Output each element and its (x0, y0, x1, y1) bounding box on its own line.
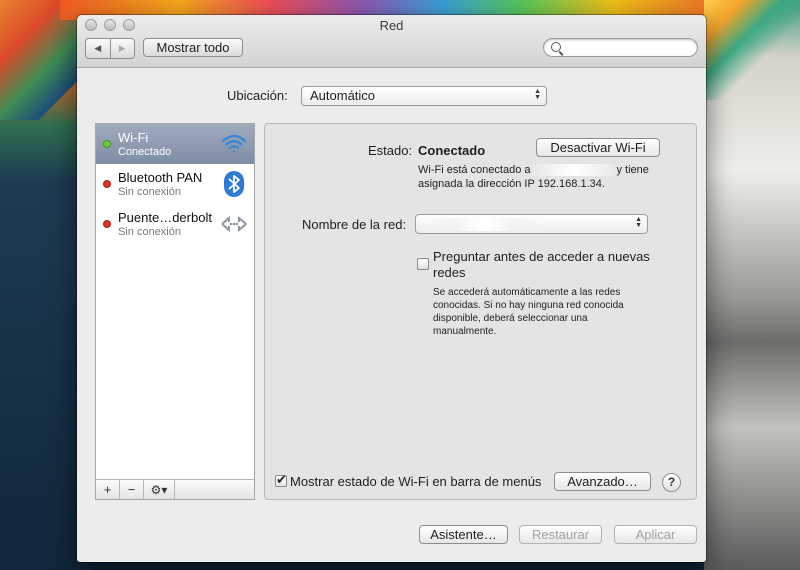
status-dot-red (103, 220, 111, 228)
show-wifi-status-label[interactable]: Mostrar estado de Wi-Fi en barra de menú… (290, 474, 541, 489)
status-label: Estado: (368, 143, 413, 158)
service-status: Sin conexión (118, 186, 181, 198)
remove-service-button[interactable]: − (120, 480, 144, 499)
chevron-left-icon: ◀ (94, 43, 102, 53)
services-list: Wi-Fi Conectado Bluetooth PAN Sin conexi… (95, 123, 255, 500)
back-forward-buttons: ◀ ▶ (85, 38, 135, 59)
network-name-select[interactable]: ▲ ▼ (415, 214, 648, 234)
service-status: Sin conexión (118, 226, 181, 238)
service-item-bluetooth-pan[interactable]: Bluetooth PAN Sin conexión (96, 164, 254, 204)
gear-menu-button[interactable]: ⚙▾ (144, 480, 175, 499)
status-dot-green (103, 140, 111, 148)
location-select[interactable]: Automático ▲ ▼ (301, 86, 547, 106)
search-field[interactable] (543, 38, 698, 57)
forward-button[interactable]: ▶ (109, 39, 135, 58)
chevron-updown-icon: ▲ ▼ (635, 216, 642, 229)
status-dot-red (103, 180, 111, 188)
wifi-detail-panel: Estado: Conectado Desactivar Wi-Fi Wi-Fi… (264, 123, 697, 500)
help-button[interactable]: ? (662, 473, 681, 492)
status-value: Conectado (418, 143, 486, 158)
service-name: Wi-Fi (118, 130, 149, 145)
show-all-button[interactable]: Mostrar todo (143, 38, 243, 57)
title-bar: Red ◀ ▶ Mostrar todo (77, 15, 706, 68)
bluetooth-icon (224, 171, 244, 197)
location-value: Automático (310, 88, 376, 103)
network-name-label: Nombre de la red: (302, 217, 407, 232)
service-status: Conectado (118, 146, 172, 158)
add-service-button[interactable]: + (96, 480, 120, 499)
ask-join-checkbox[interactable] (417, 258, 429, 270)
apply-button[interactable]: Aplicar (614, 525, 697, 544)
redacted-network-name (530, 164, 617, 177)
service-item-wifi[interactable]: Wi-Fi Conectado (96, 124, 254, 164)
window-title: Red (379, 18, 404, 33)
redacted-network-name (424, 218, 544, 232)
service-item-thunderbolt-bridge[interactable]: Puente…derbolt Sin conexión (96, 204, 254, 244)
show-wifi-status-checkbox[interactable] (275, 472, 287, 488)
thunderbolt-bridge-icon (221, 215, 247, 233)
status-description-line1: Wi-Fi está conectado ay tiene (418, 164, 649, 177)
network-preferences-window: Red ◀ ▶ Mostrar todo Ubicación: Automáti… (77, 15, 706, 562)
chevron-updown-icon: ▲ ▼ (534, 88, 541, 101)
gear-icon: ⚙▾ (150, 482, 168, 497)
assistant-button[interactable]: Asistente… (419, 525, 508, 544)
service-name: Bluetooth PAN (118, 170, 203, 185)
desktop-wallpaper-right-accent (704, 0, 800, 100)
ask-join-label[interactable]: Preguntar antes de acceder a nuevas rede… (433, 249, 650, 281)
service-name: Puente…derbolt (118, 210, 212, 225)
chevron-right-icon: ▶ (118, 43, 126, 53)
toggle-wifi-button[interactable]: Desactivar Wi-Fi (536, 138, 660, 157)
search-input[interactable] (566, 40, 695, 57)
location-label: Ubicación: (227, 88, 288, 103)
search-icon (551, 42, 561, 52)
advanced-button[interactable]: Avanzado… (554, 472, 651, 491)
revert-button[interactable]: Restaurar (519, 525, 602, 544)
status-description-line2: asignada la dirección IP 192.168.1.34. (418, 178, 605, 190)
back-button[interactable]: ◀ (86, 39, 110, 58)
ask-join-help-text: Se accederá automáticamente a las redes … (433, 287, 624, 337)
wifi-icon (221, 134, 247, 153)
sidebar-toolbar: + − ⚙▾ (96, 479, 254, 499)
